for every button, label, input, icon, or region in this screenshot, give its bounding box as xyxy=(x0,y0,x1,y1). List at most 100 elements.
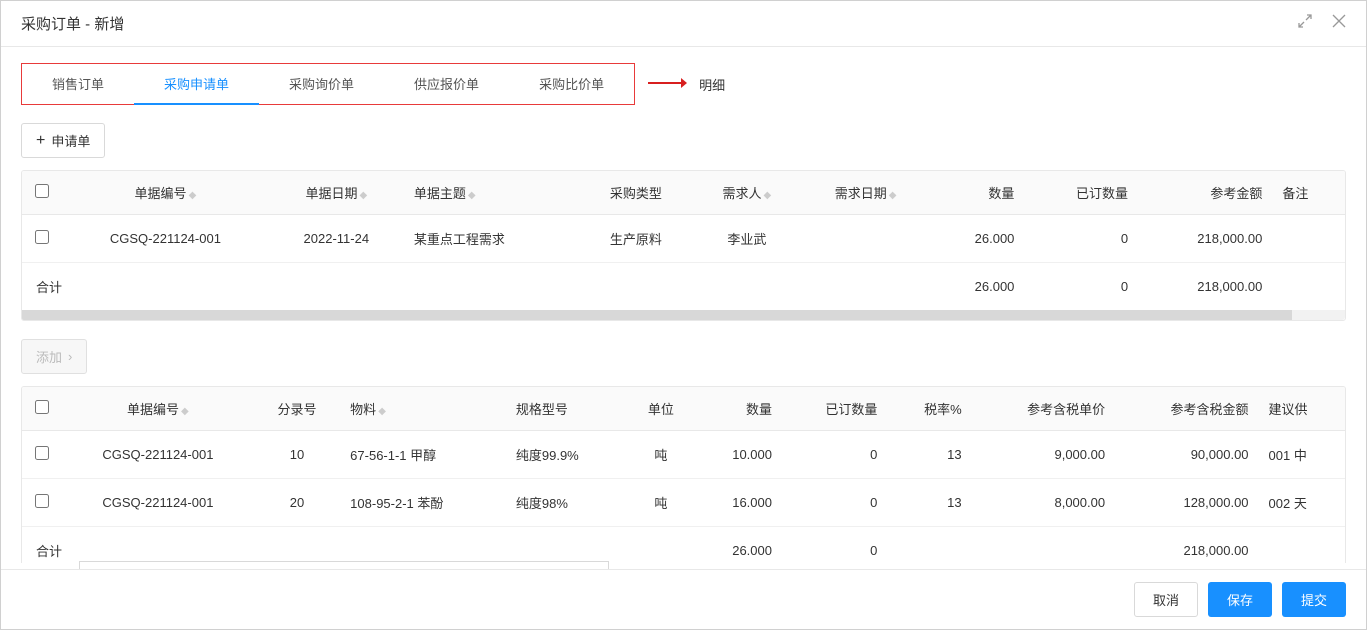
table-row[interactable]: CGSQ-221124-001 2022-11-24 某重点工程需求 生产原料 … xyxy=(22,215,1345,263)
cell-orderedqty: 0 xyxy=(782,431,887,479)
save-button[interactable]: 保存 xyxy=(1208,582,1272,617)
cell-unitprice: 9,000.00 xyxy=(972,431,1115,479)
total-qty: 26.000 xyxy=(695,527,782,564)
col-refamount[interactable]: 参考金额 xyxy=(1210,186,1262,201)
total-label: 合计 xyxy=(22,527,254,564)
cell-docno: CGSQ-221124-001 xyxy=(62,431,254,479)
chevron-right-icon: › xyxy=(68,349,72,364)
row-checkbox[interactable] xyxy=(35,494,49,508)
col-remark[interactable]: 备注 xyxy=(1282,186,1308,201)
cell-amount: 90,000.00 xyxy=(1115,431,1258,479)
cell-supplier: 002 天 xyxy=(1259,479,1345,527)
cell-person: 李业武 xyxy=(693,215,801,263)
cell-orderedqty: 0 xyxy=(782,479,887,527)
sort-icon: ◆ xyxy=(359,191,367,201)
table2-container: 单据编号◆ 分录号 物料◆ 规格型号 单位 数量 已订数量 税率% 参考含税单价… xyxy=(21,386,1346,563)
partial-field xyxy=(79,561,609,569)
table2-total-row: 合计 26.000 0 218,000.00 xyxy=(22,527,1345,564)
col2-taxrate[interactable]: 税率% xyxy=(924,402,962,417)
cell-type: 生产原料 xyxy=(579,215,693,263)
col2-unit[interactable]: 单位 xyxy=(648,402,674,417)
tab-sales-order[interactable]: 销售订单 xyxy=(22,64,134,104)
add-button-label: 申请单 xyxy=(51,131,90,150)
cell-date: 2022-11-24 xyxy=(269,215,404,263)
cell-material: 108-95-2-1 苯酚 xyxy=(340,479,506,527)
col-qty[interactable]: 数量 xyxy=(988,186,1014,201)
cell-remark xyxy=(1272,215,1345,263)
cell-qty: 26.000 xyxy=(930,215,1024,263)
cell-spec: 纯度98% xyxy=(506,479,627,527)
col-docno[interactable]: 单据编号 xyxy=(135,186,187,201)
table1-total-row: 合计 26.000 0 218,000.00 xyxy=(22,263,1345,311)
col2-unitprice[interactable]: 参考含税单价 xyxy=(1027,402,1105,417)
add-detail-button: 添加 › xyxy=(21,339,87,374)
cell-entry: 10 xyxy=(254,431,340,479)
cancel-button[interactable]: 取消 xyxy=(1134,582,1198,617)
cell-supplier: 001 中 xyxy=(1259,431,1345,479)
col2-qty[interactable]: 数量 xyxy=(746,402,772,417)
dialog-header: 采购订单 - 新增 xyxy=(1,1,1366,47)
total-orderedqty: 0 xyxy=(1024,263,1138,311)
arrow-icon xyxy=(647,77,687,92)
tab-purchase-inquiry[interactable]: 采购询价单 xyxy=(259,64,384,104)
total-refamount: 218,000.00 xyxy=(1138,263,1272,311)
cell-docno: CGSQ-221124-001 xyxy=(62,479,254,527)
table1: 单据编号◆ 单据日期◆ 单据主题◆ 采购类型 需求人◆ 需求日期◆ 数量 已订数… xyxy=(22,171,1345,310)
dialog-title: 采购订单 - 新增 xyxy=(21,13,124,34)
cell-subject: 某重点工程需求 xyxy=(404,215,579,263)
cell-amount: 128,000.00 xyxy=(1115,479,1258,527)
col-reqdate[interactable]: 需求日期 xyxy=(835,186,887,201)
total-amount: 218,000.00 xyxy=(1115,527,1258,564)
tabs-container: 销售订单 采购申请单 采购询价单 供应报价单 采购比价单 xyxy=(21,63,635,105)
sort-icon: ◆ xyxy=(468,191,476,201)
sort-icon: ◆ xyxy=(181,407,189,417)
table-row[interactable]: CGSQ-221124-001 20 108-95-2-1 苯酚 纯度98% 吨… xyxy=(22,479,1345,527)
cell-refamount: 218,000.00 xyxy=(1138,215,1272,263)
col2-amount[interactable]: 参考含税金额 xyxy=(1171,402,1249,417)
dialog-footer: 取消 保存 提交 xyxy=(1,569,1366,629)
col2-entry[interactable]: 分录号 xyxy=(277,402,316,417)
cell-unit: 吨 xyxy=(627,431,694,479)
row-checkbox[interactable] xyxy=(35,446,49,460)
add-request-button[interactable]: + 申请单 xyxy=(21,123,105,158)
submit-button[interactable]: 提交 xyxy=(1282,582,1346,617)
cell-qty: 10.000 xyxy=(695,431,782,479)
col2-material[interactable]: 物料 xyxy=(350,402,376,417)
cell-taxrate: 13 xyxy=(887,431,971,479)
col2-orderedqty[interactable]: 已订数量 xyxy=(825,402,877,417)
col-date[interactable]: 单据日期 xyxy=(305,186,357,201)
table1-scrollbar[interactable] xyxy=(22,310,1345,320)
table2-select-all[interactable] xyxy=(35,400,49,414)
total-label: 合计 xyxy=(22,263,269,311)
cell-docno: CGSQ-221124-001 xyxy=(62,215,269,263)
col2-spec[interactable]: 规格型号 xyxy=(516,402,568,417)
table1-select-all[interactable] xyxy=(35,184,49,198)
cell-spec: 纯度99.9% xyxy=(506,431,627,479)
sort-icon: ◆ xyxy=(889,191,897,201)
fullscreen-icon[interactable] xyxy=(1298,14,1312,33)
sort-icon: ◆ xyxy=(378,407,386,417)
cell-unit: 吨 xyxy=(627,479,694,527)
col2-supplier[interactable]: 建议供 xyxy=(1269,402,1308,417)
tab-supply-quote[interactable]: 供应报价单 xyxy=(384,64,509,104)
col2-docno[interactable]: 单据编号 xyxy=(127,402,179,417)
cell-material: 67-56-1-1 甲醇 xyxy=(340,431,506,479)
row-checkbox[interactable] xyxy=(35,230,49,244)
col-type[interactable]: 采购类型 xyxy=(610,186,662,201)
add-detail-label: 添加 xyxy=(36,347,62,366)
detail-label: 明细 xyxy=(699,75,725,94)
table-row[interactable]: CGSQ-221124-001 10 67-56-1-1 甲醇 纯度99.9% … xyxy=(22,431,1345,479)
tab-purchase-compare[interactable]: 采购比价单 xyxy=(509,64,634,104)
total-orderedqty: 0 xyxy=(782,527,887,564)
table1-container: 单据编号◆ 单据日期◆ 单据主题◆ 采购类型 需求人◆ 需求日期◆ 数量 已订数… xyxy=(21,170,1346,321)
col-orderedqty[interactable]: 已订数量 xyxy=(1076,186,1128,201)
total-qty: 26.000 xyxy=(930,263,1024,311)
col-subject[interactable]: 单据主题 xyxy=(414,186,466,201)
cell-orderedqty: 0 xyxy=(1024,215,1138,263)
cell-reqdate xyxy=(801,215,930,263)
close-icon[interactable] xyxy=(1332,14,1346,33)
col-person[interactable]: 需求人 xyxy=(723,186,762,201)
sort-icon: ◆ xyxy=(764,191,772,201)
table2: 单据编号◆ 分录号 物料◆ 规格型号 单位 数量 已订数量 税率% 参考含税单价… xyxy=(22,387,1345,563)
tab-purchase-request[interactable]: 采购申请单 xyxy=(134,64,259,105)
